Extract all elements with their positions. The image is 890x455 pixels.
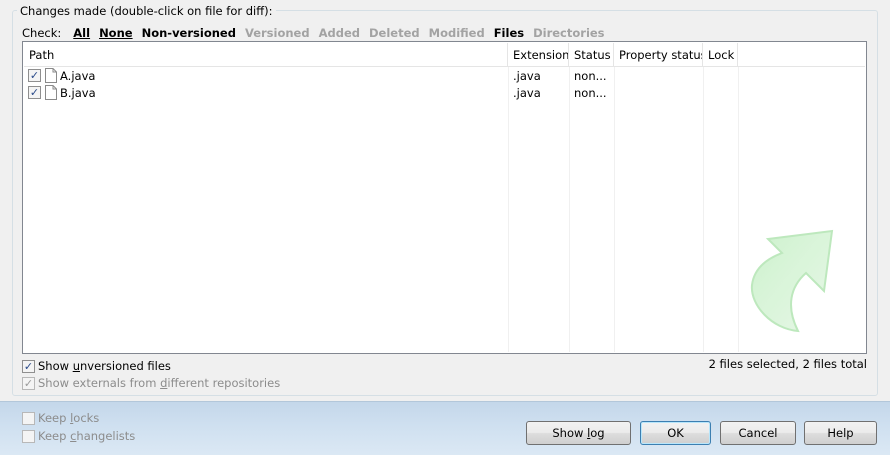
column-header-status[interactable]: Status	[569, 43, 614, 67]
column-header-path[interactable]: Path	[24, 43, 508, 67]
column-divider	[569, 67, 570, 352]
show-externals-checkbox: ✓	[22, 376, 35, 390]
changes-list[interactable]: Path Extension Status Property status Lo…	[22, 41, 867, 354]
file-icon	[45, 85, 57, 100]
label-part: ocks	[73, 411, 100, 425]
check-added-link: Added	[318, 25, 360, 40]
help-button[interactable]: Help	[804, 421, 877, 445]
label-part: nversioned files	[79, 359, 171, 373]
keep-locks-checkbox	[22, 411, 35, 425]
selection-summary: 2 files selected, 2 files total	[708, 357, 867, 371]
file-icon	[45, 68, 57, 83]
list-header: Path Extension Status Property status Lo…	[24, 43, 865, 67]
row-status: non...	[574, 68, 607, 83]
commit-dialog-upper: Changes made (double-click on file for d…	[0, 0, 890, 401]
show-externals-label: Show externals from different repositori…	[38, 376, 280, 390]
column-divider	[614, 67, 615, 352]
check-filter-bar: Check: All None Non-versioned Versioned …	[22, 25, 614, 40]
check-label: Check:	[22, 25, 62, 40]
check-files-link[interactable]: Files	[494, 26, 524, 40]
table-row[interactable]: ✓ A.java .java non...	[24, 67, 614, 84]
label-part: hangelists	[76, 429, 136, 443]
check-versioned-link: Versioned	[244, 25, 310, 40]
row-path-cell: ✓ A.java	[24, 68, 508, 83]
show-unversioned-label: Show unversioned files	[38, 359, 171, 373]
row-path: B.java	[60, 85, 96, 100]
row-status: non...	[574, 85, 607, 100]
show-externals-option: ✓ Show externals from different reposito…	[22, 376, 280, 390]
row-path-cell: ✓ B.java	[24, 85, 508, 100]
row-extension: .java	[513, 85, 541, 100]
keep-changelists-label: Keep changelists	[38, 429, 135, 443]
check-deleted-link: Deleted	[369, 25, 420, 40]
check-directories-link: Directories	[533, 25, 605, 40]
ok-button[interactable]: OK	[640, 421, 711, 445]
check-none-link[interactable]: None	[99, 26, 133, 40]
label-part: Show externals from	[38, 376, 161, 390]
row-checkbox[interactable]: ✓	[28, 69, 41, 82]
keep-changelists-option: Keep changelists	[22, 429, 135, 443]
label-part: Show	[38, 359, 73, 373]
keep-locks-label: Keep locks	[38, 411, 99, 425]
check-modified-link: Modified	[428, 25, 485, 40]
label-part: Keep	[38, 429, 71, 443]
check-non-versioned-link[interactable]: Non-versioned	[142, 26, 236, 40]
column-header-property-status[interactable]: Property status	[614, 43, 703, 67]
row-extension: .java	[513, 68, 541, 83]
label-part: Show	[552, 426, 588, 440]
column-divider	[508, 67, 509, 352]
column-divider	[703, 67, 704, 352]
label-part: Keep	[38, 411, 71, 425]
commit-arrow-watermark-icon	[750, 229, 834, 333]
row-checkbox[interactable]: ✓	[28, 86, 41, 99]
show-unversioned-checkbox[interactable]: ✓	[22, 359, 35, 373]
cancel-button[interactable]: Cancel	[720, 421, 796, 445]
label-part: ifferent repositories	[167, 376, 281, 390]
column-header-lock[interactable]: Lock	[703, 43, 738, 67]
check-all-link[interactable]: All	[73, 26, 90, 40]
row-path: A.java	[60, 68, 96, 83]
table-row[interactable]: ✓ B.java .java non...	[24, 84, 614, 101]
changes-groupbox-title: Changes made (double-click on file for d…	[17, 4, 276, 18]
dialog-footer: Keep locks Keep changelists Show log OK …	[0, 401, 890, 455]
show-unversioned-option[interactable]: ✓ Show unversioned files	[22, 359, 171, 373]
label-part: og	[590, 426, 605, 440]
keep-changelists-checkbox	[22, 429, 35, 443]
keep-locks-option: Keep locks	[22, 411, 99, 425]
column-header-extension[interactable]: Extension	[508, 43, 569, 67]
accelerator-key: u	[72, 359, 80, 373]
show-log-button[interactable]: Show log	[526, 421, 631, 445]
